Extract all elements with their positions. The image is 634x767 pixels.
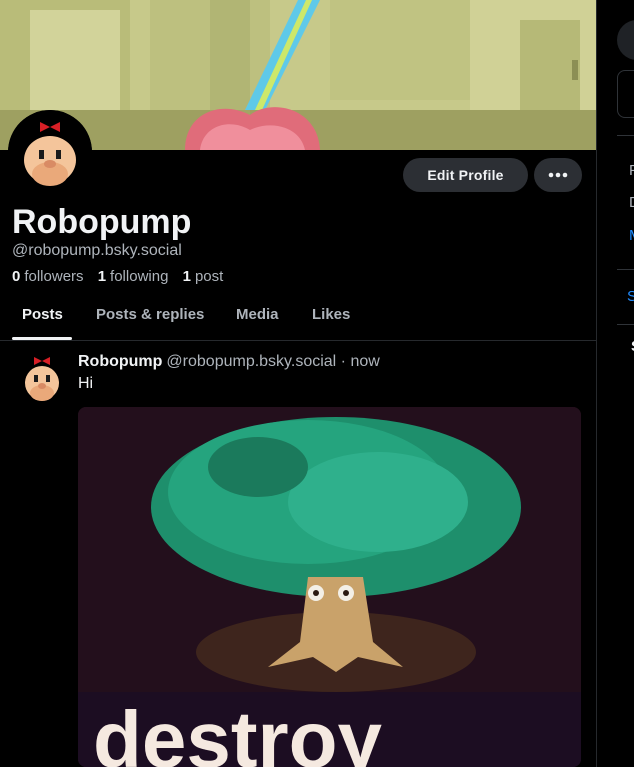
sidebar-search-input[interactable] <box>617 70 634 118</box>
profile-stats: 0 followers 1 following 1 post <box>12 268 233 285</box>
followers-link[interactable]: 0 followers <box>12 268 84 285</box>
post-timestamp[interactable]: now <box>350 353 379 370</box>
posts-label: post <box>194 268 224 285</box>
following-label: following <box>110 268 169 285</box>
right-sidebar: F D M S S <box>597 0 634 767</box>
profile-banner[interactable] <box>0 0 596 150</box>
sidebar-text-2: D <box>629 194 634 211</box>
profile-display-name: Robopump <box>12 203 192 241</box>
followers-label: followers <box>24 268 84 285</box>
more-options-button[interactable] <box>534 158 582 192</box>
profile-avatar[interactable] <box>8 110 92 194</box>
post-author-name[interactable]: Robopump <box>78 353 162 370</box>
post-image-caption: destroy <box>93 695 382 767</box>
following-count: 1 <box>97 268 107 285</box>
tab-likes[interactable]: Likes <box>312 306 350 323</box>
sidebar-divider <box>617 269 634 270</box>
posts-count: 1 <box>182 268 191 285</box>
followers-count: 0 <box>12 268 21 285</box>
profile-tabs: Posts Posts & replies Media Likes <box>0 296 596 341</box>
edit-profile-button[interactable]: Edit Profile <box>403 158 528 192</box>
following-link[interactable]: 1 following <box>98 268 169 285</box>
posts-stat: 1 post <box>183 268 224 285</box>
post-text: Hi <box>78 375 94 392</box>
sidebar-link-1[interactable]: M <box>629 227 634 244</box>
profile-handle: @robopump.bsky.social <box>12 242 182 259</box>
post-author-handle[interactable]: @robopump.bsky.social <box>166 353 336 370</box>
tab-media[interactable]: Media <box>236 306 279 323</box>
sidebar-avatar-button[interactable] <box>617 20 634 60</box>
post-author-avatar[interactable] <box>20 355 64 403</box>
post-image[interactable]: destroy <box>78 407 581 767</box>
sidebar-text-1: F <box>629 162 634 179</box>
sidebar-link-2[interactable]: S <box>627 288 634 305</box>
profile-main-column: Edit Profile Robopump @robopump.bsky.soc… <box>0 0 597 767</box>
post-header: Robopump @robopump.bsky.social · now <box>78 353 380 371</box>
tab-posts[interactable]: Posts <box>22 306 63 323</box>
sidebar-divider <box>617 135 634 136</box>
ellipsis-icon <box>548 172 568 178</box>
sidebar-divider <box>617 324 634 325</box>
post-separator: · <box>340 353 346 370</box>
tab-posts-replies[interactable]: Posts & replies <box>96 306 204 323</box>
active-tab-indicator <box>12 337 72 340</box>
